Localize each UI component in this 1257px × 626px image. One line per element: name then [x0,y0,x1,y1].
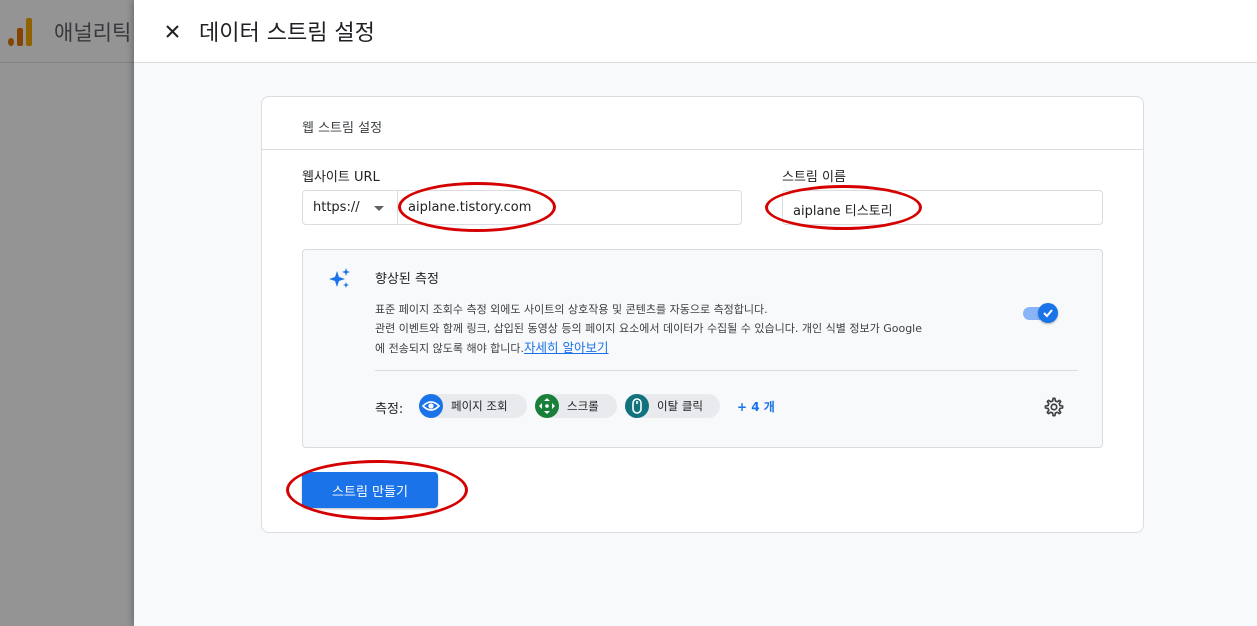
learn-more-link[interactable]: 자세히 알아보기 [524,340,608,355]
settings-button[interactable] [1043,396,1065,418]
website-url-label: 웹사이트 URL [302,170,380,185]
card-title: 웹 스트림 설정 [302,121,383,136]
divider [375,370,1078,371]
chip-label: 이탈 클릭 [657,399,703,413]
metrics-label: 측정: [375,402,404,417]
protocol-select[interactable]: https:// [302,190,398,225]
outbound-click-chip[interactable]: 이탈 클릭 [625,394,720,418]
sparkle-icon [329,268,350,288]
website-url-input[interactable]: aiplane.tistory.com [397,190,742,225]
close-button[interactable] [160,18,186,44]
scroll-chip[interactable]: 스크롤 [535,394,617,418]
gear-icon [1044,397,1064,417]
chip-label: 스크롤 [567,399,599,413]
more-metrics-link[interactable]: + 4 개 [737,398,775,415]
modal-scrim[interactable] [0,0,134,626]
enhanced-title: 향상된 측정 [375,272,439,287]
scroll-icon [535,394,559,418]
page-view-chip[interactable]: 페이지 조회 [419,394,527,418]
stream-name-input[interactable]: aiplane 티스토리 [782,190,1103,225]
stream-settings-drawer: 데이터 스트림 설정 웹 스트림 설정 웹사이트 URL 스트림 이름 http… [134,0,1257,626]
protocol-value: https:// [313,200,360,215]
description-line: 에 전송되지 않도록 해야 합니다.자세히 알아보기 [375,338,1025,358]
close-icon [166,25,179,38]
chip-label: 페이지 조회 [451,399,508,413]
drawer-title: 데이터 스트림 설정 [199,21,375,46]
description-line: 표준 페이지 조회수 측정 외에도 사이트의 상호작용 및 콘텐츠를 자동으로 … [375,303,768,316]
mouse-icon [625,394,649,418]
enhanced-description: 표준 페이지 조회수 측정 외에도 사이트의 상호작용 및 콘텐츠를 자동으로 … [375,300,1025,358]
web-stream-card: 웹 스트림 설정 웹사이트 URL 스트림 이름 https:// aiplan… [261,96,1144,533]
check-icon [1043,309,1053,318]
card-header: 웹 스트림 설정 [262,97,1143,150]
enhanced-measurement-toggle[interactable] [1021,303,1059,323]
enhanced-measurement-panel: 향상된 측정 표준 페이지 조회수 측정 외에도 사이트의 상호작용 및 콘텐츠… [302,249,1103,448]
eye-icon [419,394,443,418]
drawer-header: 데이터 스트림 설정 [134,0,1257,63]
description-line: 관련 이벤트와 함께 링크, 삽입된 동영상 등의 페이지 요소에서 데이터가 … [375,322,923,335]
description-text: 에 전송되지 않도록 해야 합니다. [375,342,525,355]
toggle-knob [1038,303,1058,323]
stream-name-label: 스트림 이름 [782,170,846,185]
create-stream-button[interactable]: 스트림 만들기 [302,472,438,508]
chevron-down-icon [374,206,384,211]
